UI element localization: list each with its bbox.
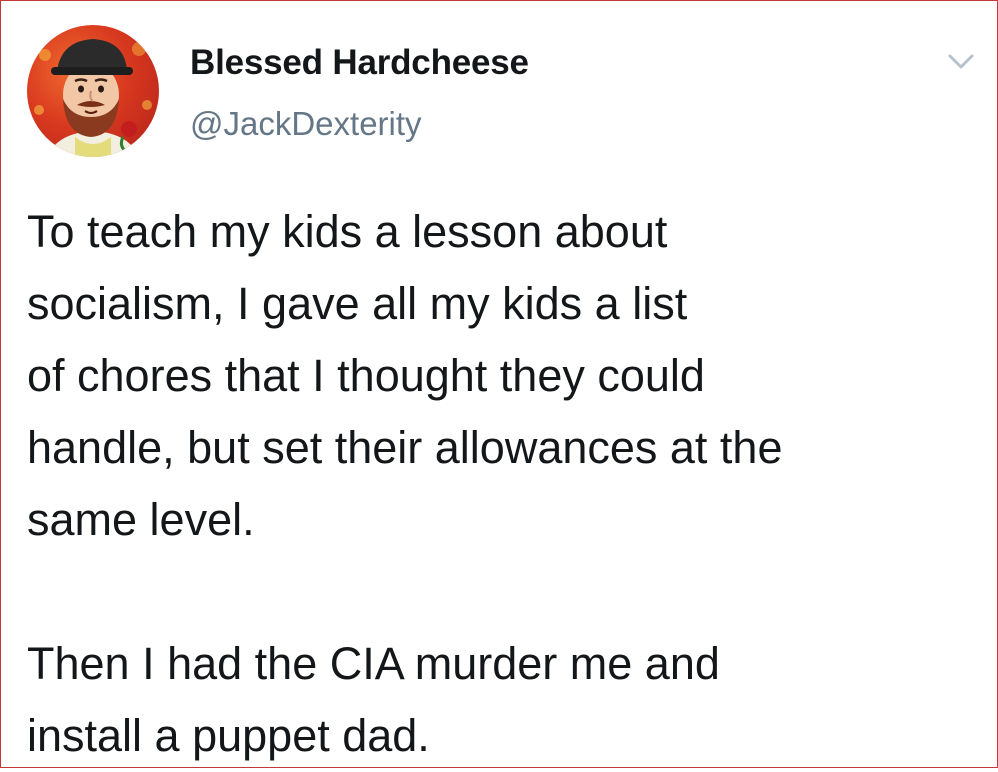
tweet-paragraph: Then I had the CIA murder me and install… [27, 638, 720, 761]
author-display-name[interactable]: Blessed Hardcheese [190, 43, 529, 83]
tweet-paragraph: To teach my kids a lesson about socialis… [27, 206, 783, 545]
author-handle[interactable]: @JackDexterity [190, 105, 422, 143]
tweet-text: To teach my kids a lesson about socialis… [27, 196, 977, 772]
avatar-illustration [34, 39, 152, 157]
tweet-menu-button[interactable] [945, 51, 977, 73]
tweet-card: Blessed Hardcheese @JackDexterity To tea… [0, 0, 998, 768]
chevron-down-icon [948, 54, 974, 69]
avatar[interactable] [27, 25, 159, 157]
